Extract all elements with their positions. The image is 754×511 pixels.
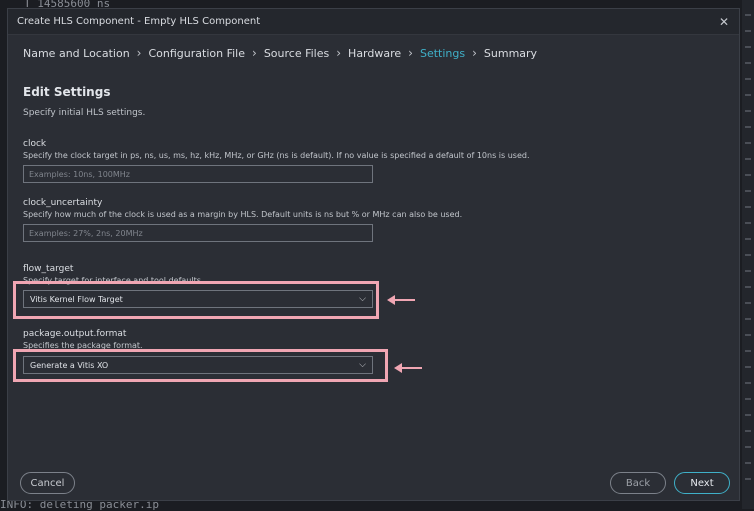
flow-target-highlight-box <box>13 281 379 319</box>
arrow-left-icon <box>387 295 415 305</box>
step-source-files[interactable]: Source Files <box>264 47 329 60</box>
dialog-titlebar: Create HLS Component - Empty HLS Compone… <box>8 9 739 35</box>
section-title: Edit Settings <box>23 85 111 99</box>
clock-uncertainty-input[interactable] <box>23 224 373 242</box>
back-button[interactable]: Back <box>610 472 666 494</box>
package-output-format-highlight-box <box>13 349 388 382</box>
step-settings[interactable]: Settings <box>420 47 465 60</box>
chevron-right-icon: › <box>252 46 257 60</box>
clock-input[interactable] <box>23 165 373 183</box>
create-hls-component-dialog: Create HLS Component - Empty HLS Compone… <box>7 8 740 501</box>
arrow-left-icon <box>394 363 422 373</box>
step-summary[interactable]: Summary <box>484 47 537 60</box>
chevron-right-icon: › <box>472 46 477 60</box>
step-hardware[interactable]: Hardware <box>348 47 401 60</box>
dialog-title: Create HLS Component - Empty HLS Compone… <box>17 16 261 27</box>
chevron-right-icon: › <box>336 46 342 60</box>
chevron-right-icon: › <box>408 46 413 60</box>
package-output-format-label: package.output.format <box>23 329 127 339</box>
clock-description: Specify the clock target in ps, ns, us, … <box>23 151 530 160</box>
chevron-right-icon: › <box>136 46 142 60</box>
step-configuration-file[interactable]: Configuration File <box>148 47 245 60</box>
close-icon[interactable]: ✕ <box>719 15 729 29</box>
background-editor-gutter <box>742 0 754 509</box>
clock-uncertainty-label: clock_uncertainty <box>23 198 103 208</box>
wizard-breadcrumb: Name and Location › Configuration File ›… <box>23 46 537 60</box>
section-subtitle: Specify initial HLS settings. <box>23 108 146 118</box>
clock-uncertainty-description: Specify how much of the clock is used as… <box>23 210 463 219</box>
clock-label: clock <box>23 139 47 149</box>
cancel-button[interactable]: Cancel <box>20 472 75 494</box>
flow-target-label: flow_target <box>23 264 74 274</box>
step-name-and-location[interactable]: Name and Location <box>23 47 130 60</box>
next-button[interactable]: Next <box>674 472 730 494</box>
